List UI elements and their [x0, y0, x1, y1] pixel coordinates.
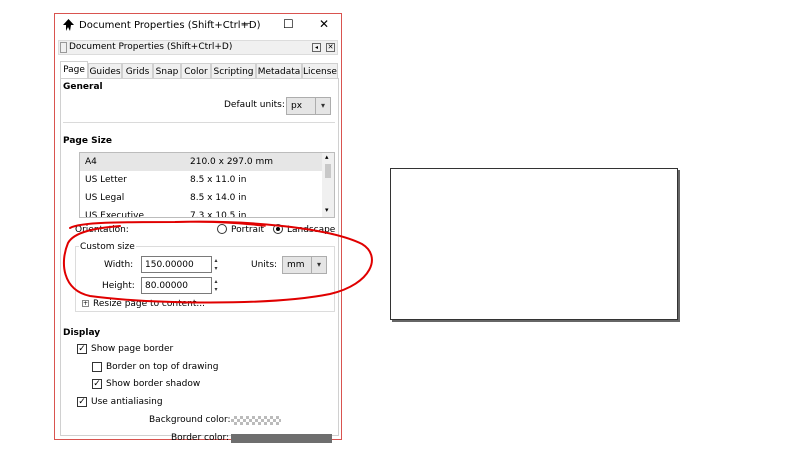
page-preview: [390, 168, 678, 320]
